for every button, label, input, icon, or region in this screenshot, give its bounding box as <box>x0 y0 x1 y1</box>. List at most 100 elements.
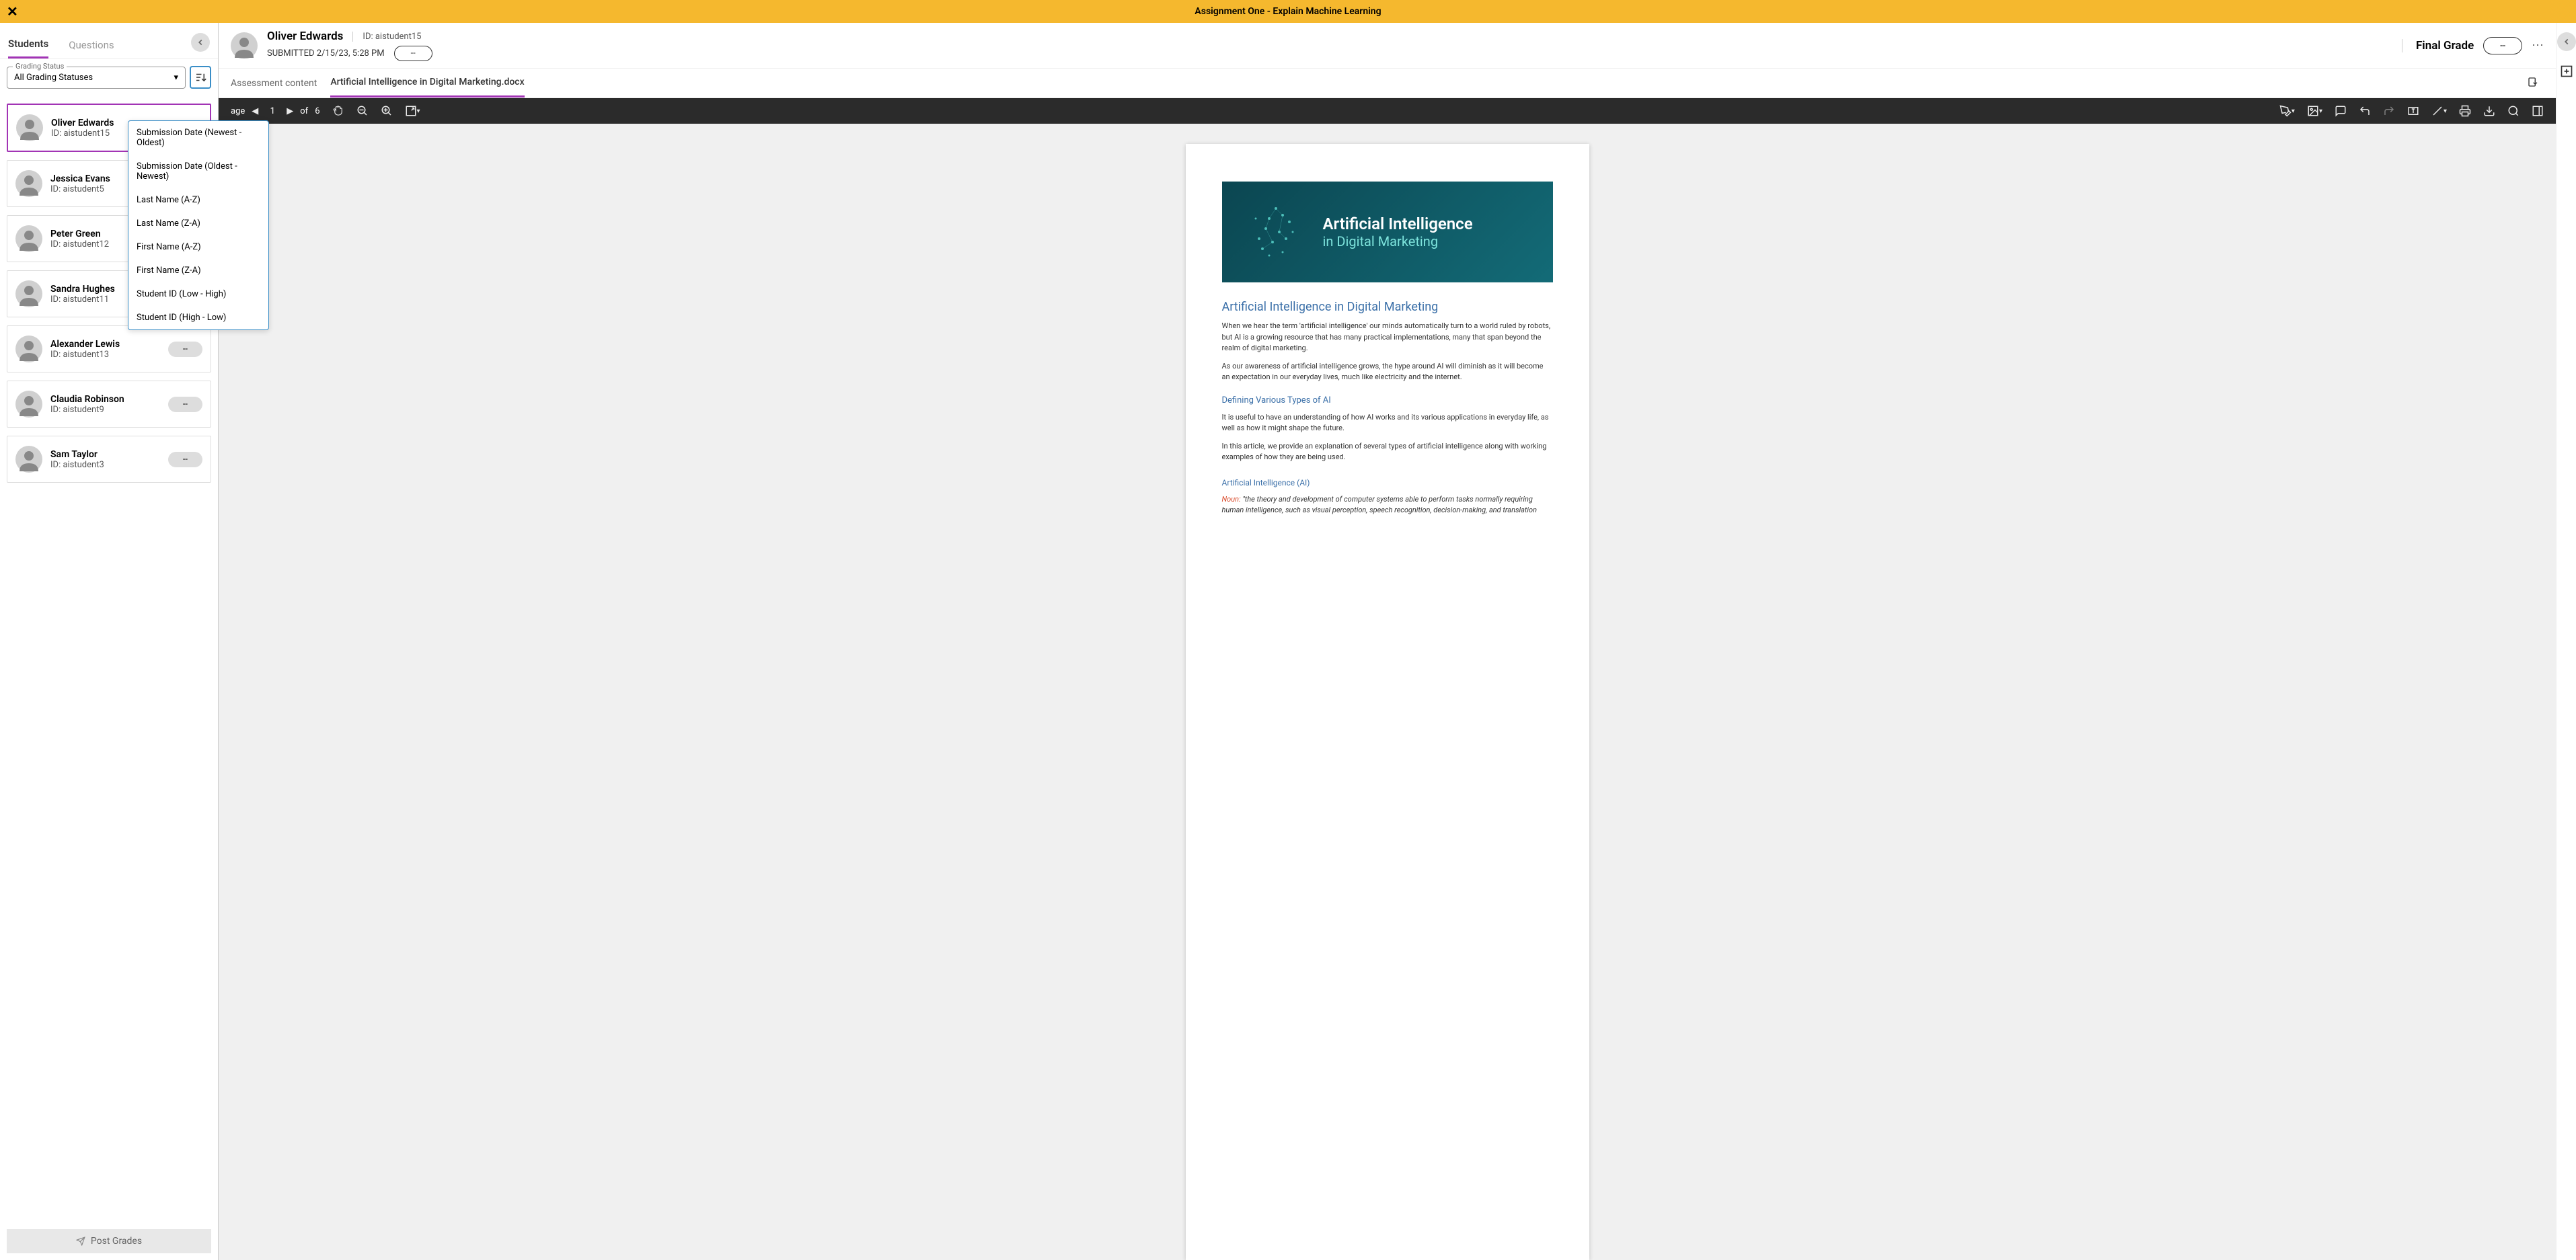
right-rail <box>2556 23 2576 1260</box>
text-box-button[interactable] <box>2407 105 2419 117</box>
student-item[interactable]: Sam Taylor ID: aistudent3 -- <box>7 436 211 483</box>
sort-option[interactable]: First Name (Z-A) <box>128 259 268 282</box>
draw-button[interactable]: ▾ <box>2279 105 2295 117</box>
doc-paragraph: When we hear the term 'artificial intell… <box>1222 321 1553 354</box>
total-pages: 6 <box>315 106 319 116</box>
student-id: ID: aistudent9 <box>50 405 160 415</box>
page-title: Assignment One - Explain Machine Learnin… <box>1195 6 1381 17</box>
image-button[interactable]: ▾ <box>2307 105 2322 117</box>
sort-option[interactable]: Student ID (High - Low) <box>128 306 268 329</box>
header-bar: ✕ Assignment One - Explain Machine Learn… <box>0 0 2576 23</box>
doc-heading-3: Artificial Intelligence (AI) <box>1222 478 1553 487</box>
document-page: Artificial Intelligence in Digital Marke… <box>1186 144 1589 1260</box>
hero-image: Artificial Intelligence in Digital Marke… <box>1222 182 1553 282</box>
student-item[interactable]: Alexander Lewis ID: aistudent13 -- <box>7 325 211 372</box>
final-grade-label: Final Grade <box>2402 39 2474 52</box>
chevron-left-icon <box>2562 37 2571 46</box>
next-page-button[interactable]: ▶ <box>287 106 293 116</box>
sort-button[interactable] <box>190 66 211 89</box>
more-options-icon[interactable]: ⋯ <box>2532 38 2544 52</box>
submission-student-id: ID: aistudent15 <box>352 32 421 42</box>
line-button[interactable]: ▾ <box>2431 105 2447 117</box>
redo-button[interactable] <box>2383 105 2395 117</box>
search-button[interactable] <box>2507 105 2520 117</box>
add-note-icon <box>2560 65 2573 78</box>
avatar <box>231 32 258 59</box>
grade-pill: -- <box>168 397 202 412</box>
sort-option[interactable]: Submission Date (Newest - Oldest) <box>128 121 268 155</box>
ai-face-graphic <box>1236 182 1316 282</box>
submission-tabs: Assessment content Artificial Intelligen… <box>219 69 2556 98</box>
attempt-grade-pill[interactable]: -- <box>394 46 432 61</box>
doc-definition: "the theory and development of computer … <box>1222 495 1537 515</box>
student-id: ID: aistudent3 <box>50 460 160 470</box>
avatar <box>15 225 42 252</box>
page-label: age <box>231 106 245 116</box>
grading-status-select[interactable]: Grading Status All Grading Statuses ▾ <box>7 67 186 89</box>
download-icon <box>2528 77 2538 87</box>
hero-title-2: in Digital Marketing <box>1323 233 1473 249</box>
sort-option[interactable]: Last Name (A-Z) <box>128 188 268 212</box>
close-icon[interactable]: ✕ <box>7 5 18 18</box>
avatar <box>15 280 42 307</box>
submission-header: Oliver Edwards ID: aistudent15 SUBMITTED… <box>219 23 2556 69</box>
doc-paragraph: As our awareness of artificial intellige… <box>1222 361 1553 383</box>
student-id: ID: aistudent13 <box>50 350 160 360</box>
doc-noun-label: Noun: <box>1222 495 1241 504</box>
zoom-out-button[interactable] <box>356 105 369 117</box>
sort-option[interactable]: Submission Date (Oldest - Newest) <box>128 155 268 188</box>
send-icon <box>76 1236 85 1246</box>
student-name: Alexander Lewis <box>50 339 160 350</box>
hero-title-1: Artificial Intelligence <box>1323 214 1473 233</box>
page-input[interactable] <box>265 106 280 116</box>
sort-option[interactable]: Student ID (Low - High) <box>128 282 268 306</box>
comment-button[interactable] <box>2335 105 2347 117</box>
sort-icon <box>194 71 206 83</box>
document-viewer[interactable]: Artificial Intelligence in Digital Marke… <box>219 124 2556 1260</box>
sort-option[interactable]: First Name (A-Z) <box>128 235 268 259</box>
of-label: of <box>300 106 308 116</box>
undo-button[interactable] <box>2359 105 2371 117</box>
grade-pill: -- <box>168 342 202 357</box>
student-item[interactable]: Claudia Robinson ID: aistudent9 -- <box>7 381 211 428</box>
sort-option[interactable]: Last Name (Z-A) <box>128 212 268 235</box>
post-grades-button[interactable]: Post Grades <box>7 1229 211 1253</box>
download-button[interactable] <box>2483 105 2495 117</box>
tab-assessment-content[interactable]: Assessment content <box>231 70 317 97</box>
tab-questions[interactable]: Questions <box>69 32 114 58</box>
student-name: Claudia Robinson <box>50 394 160 405</box>
collapse-sidebar-button[interactable] <box>191 33 210 52</box>
avatar <box>15 170 42 197</box>
grade-pill: -- <box>168 452 202 467</box>
zoom-in-button[interactable] <box>381 105 393 117</box>
chevron-left-icon <box>196 38 205 47</box>
doc-heading-1: Artificial Intelligence in Digital Marke… <box>1222 300 1553 314</box>
post-grades-label: Post Grades <box>91 1236 142 1247</box>
sidebar: Students Questions Grading Status All Gr… <box>0 23 219 1260</box>
prev-page-button[interactable]: ◀ <box>252 106 258 116</box>
print-button[interactable] <box>2459 105 2471 117</box>
doc-paragraph: It is useful to have an understanding of… <box>1222 412 1553 434</box>
submission-student-name: Oliver Edwards <box>267 30 343 43</box>
student-name: Sam Taylor <box>50 449 160 460</box>
avatar <box>15 446 42 473</box>
add-feedback-button[interactable] <box>2560 65 2573 81</box>
download-file-button[interactable] <box>2522 71 2544 95</box>
avatar <box>16 114 43 141</box>
doc-paragraph: In this article, we provide an explanati… <box>1222 441 1553 463</box>
fit-button[interactable]: ▾ <box>405 105 420 117</box>
final-grade-pill[interactable]: -- <box>2483 37 2522 54</box>
doc-heading-2: Defining Various Types of AI <box>1222 395 1553 405</box>
tab-students[interactable]: Students <box>8 31 48 58</box>
grading-status-value: All Grading Statuses <box>14 73 93 83</box>
grading-status-label: Grading Status <box>13 62 67 71</box>
tab-file[interactable]: Artificial Intelligence in Digital Marke… <box>330 69 524 97</box>
content-area: Oliver Edwards ID: aistudent15 SUBMITTED… <box>219 23 2556 1260</box>
panel-button[interactable] <box>2532 105 2544 117</box>
pan-button[interactable] <box>332 105 344 117</box>
expand-rail-button[interactable] <box>2557 32 2576 51</box>
sort-menu: Submission Date (Newest - Oldest) Submis… <box>128 120 269 330</box>
avatar <box>15 391 42 418</box>
viewer-toolbar: age ◀ ▶ of 6 ▾ ▾ ▾ ▾ <box>219 98 2556 124</box>
avatar <box>15 336 42 362</box>
